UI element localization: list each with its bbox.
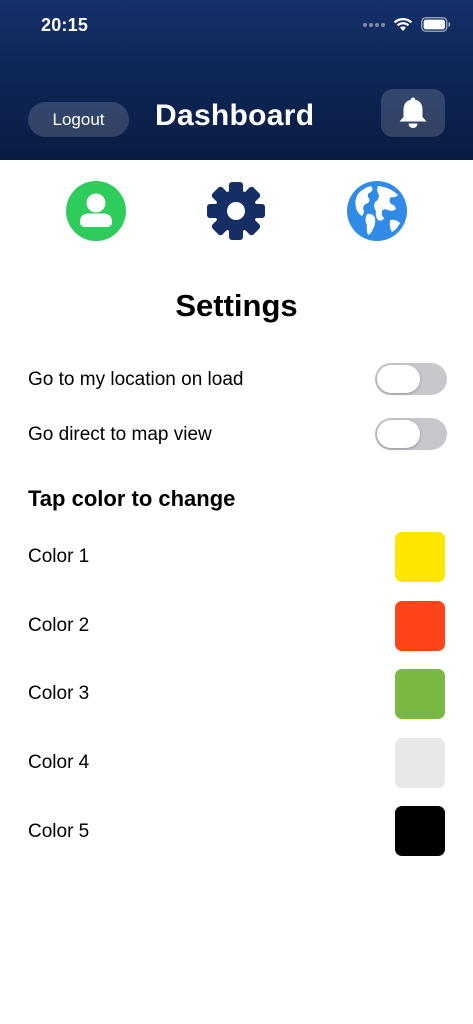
color-swatch-4[interactable] (395, 738, 445, 788)
toggle-label-location: Go to my location on load (28, 369, 244, 390)
color-label-2: Color 2 (28, 615, 90, 636)
page-title: Dashboard (155, 99, 315, 132)
color-swatch-1[interactable] (395, 532, 445, 582)
color-label-3: Color 3 (28, 683, 90, 704)
status-icons (363, 17, 451, 32)
color-swatch-2[interactable] (395, 601, 445, 651)
gear-icon (207, 182, 265, 240)
wifi-icon (393, 17, 413, 31)
cellular-signal-icon (363, 22, 385, 27)
color-section-title: Tap color to change (28, 486, 236, 511)
toggle-knob (377, 420, 420, 448)
status-time: 20:15 (41, 15, 89, 35)
notifications-button[interactable] (381, 89, 445, 137)
globe-icon (347, 181, 407, 241)
color-swatch-5[interactable] (395, 806, 445, 856)
toggle-knob (377, 365, 420, 393)
toggle-label-map-view: Go direct to map view (28, 424, 212, 445)
app-header: 20:15 Logout Dashboard (0, 0, 473, 160)
battery-icon (421, 17, 451, 32)
direct-map-view-toggle[interactable] (375, 418, 447, 450)
color-swatch-3[interactable] (395, 669, 445, 719)
logout-button[interactable]: Logout (28, 102, 129, 137)
color-label-4: Color 4 (28, 752, 90, 773)
map-nav-button[interactable] (346, 180, 408, 242)
profile-icon (66, 181, 126, 241)
location-on-load-toggle[interactable] (375, 363, 447, 395)
bell-icon (399, 97, 427, 128)
settings-title: Settings (175, 288, 298, 323)
color-label-5: Color 5 (28, 821, 90, 842)
profile-nav-button[interactable] (65, 180, 127, 242)
settings-nav-button[interactable] (205, 180, 267, 242)
color-label-1: Color 1 (28, 546, 90, 567)
